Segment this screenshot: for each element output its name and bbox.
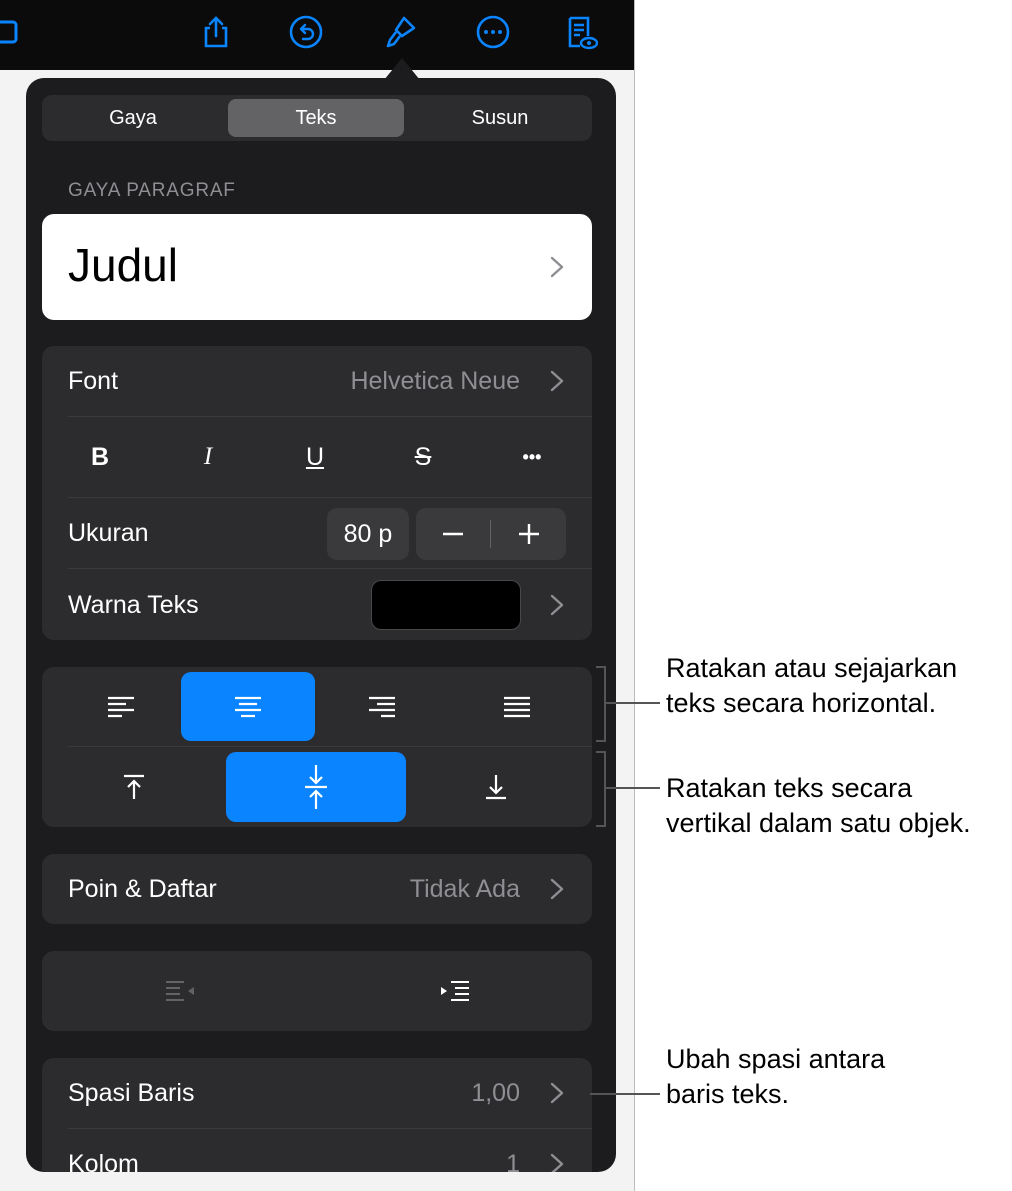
- align-left-button[interactable]: [54, 672, 188, 741]
- font-group: Font Helvetica Neue B I U S ••• Ukuran 8…: [42, 346, 592, 640]
- separator: [68, 497, 592, 498]
- reader-view-icon[interactable]: [558, 10, 602, 54]
- align-right-icon: [369, 696, 395, 717]
- align-center-button[interactable]: [181, 672, 315, 741]
- tab-teks[interactable]: Teks: [228, 99, 404, 137]
- plus-icon: [519, 524, 539, 544]
- format-panel: Gaya Teks Susun GAYA PARAGRAF Judul Font…: [26, 78, 616, 1172]
- text-color-label: Warna Teks: [68, 591, 199, 619]
- paragraph-style-button[interactable]: Judul: [42, 214, 592, 320]
- chevron-right-icon: [550, 878, 564, 900]
- bullets-label: Poin & Daftar: [68, 875, 217, 903]
- chevron-right-icon: [550, 1153, 564, 1172]
- toolbar: [0, 0, 634, 70]
- horizontal-align-callout: Ratakan atau sejajarkan teks secara hori…: [666, 651, 957, 721]
- chevron-right-icon: [550, 594, 564, 616]
- align-justify-button[interactable]: [450, 672, 584, 741]
- vertical-align-bracket: [596, 751, 606, 827]
- media-icon[interactable]: [0, 10, 32, 54]
- line-spacing-callout: Ubah spasi antara baris teks.: [666, 1042, 885, 1112]
- bullets-lists-row[interactable]: Poin & Daftar Tidak Ada: [42, 854, 592, 924]
- size-label: Ukuran: [68, 519, 149, 547]
- font-size-field[interactable]: 80 p: [327, 508, 409, 560]
- chevron-right-icon: [550, 1082, 564, 1104]
- paragraph-style-section-label: GAYA PARAGRAF: [68, 180, 236, 201]
- line-spacing-row[interactable]: Spasi Baris 1,00: [42, 1058, 592, 1128]
- decrease-indent-icon: [165, 981, 194, 1001]
- text-color-swatch[interactable]: [371, 580, 521, 630]
- decrease-size-button[interactable]: [416, 508, 490, 560]
- paragraph-style-value: Judul: [68, 239, 178, 291]
- increase-size-button[interactable]: [492, 508, 566, 560]
- vertical-align-top-button[interactable]: [42, 752, 226, 822]
- indent-group: [42, 951, 592, 1031]
- popover-arrow: [384, 58, 420, 80]
- callout-line: Ratakan atau sejajarkan: [666, 653, 958, 683]
- align-right-button[interactable]: [315, 672, 449, 741]
- line-spacing-value: 1,00: [471, 1079, 520, 1107]
- separator: [68, 746, 592, 747]
- columns-row[interactable]: Kolom 1: [42, 1129, 592, 1172]
- alignment-group: [42, 667, 592, 827]
- horizontal-align-bracket: [596, 666, 606, 742]
- underline-button[interactable]: U: [285, 430, 345, 484]
- vertical-align-bottom-button[interactable]: [406, 752, 586, 822]
- undo-icon[interactable]: [284, 10, 328, 54]
- spacing-group: Spasi Baris 1,00 Kolom 1: [42, 1058, 592, 1172]
- leader-line: [606, 787, 660, 789]
- callout-line: baris teks.: [666, 1079, 790, 1109]
- increase-indent-button[interactable]: [317, 956, 592, 1026]
- tab-gaya[interactable]: Gaya: [46, 99, 220, 137]
- leader-line: [606, 702, 660, 704]
- tab-susun[interactable]: Susun: [412, 99, 588, 137]
- vertical-align-callout: Ratakan teks secara vertikal dalam satu …: [666, 771, 971, 841]
- increase-indent-icon: [440, 981, 469, 1001]
- columns-value: 1: [506, 1150, 520, 1172]
- line-spacing-label: Spasi Baris: [68, 1079, 195, 1107]
- format-tabs: Gaya Teks Susun: [42, 95, 592, 141]
- callout-line: vertikal dalam satu objek.: [666, 808, 971, 838]
- align-justify-icon: [504, 696, 530, 717]
- align-left-icon: [108, 696, 134, 717]
- columns-label: Kolom: [68, 1150, 139, 1172]
- italic-button[interactable]: I: [178, 430, 238, 484]
- font-row[interactable]: Font Helvetica Neue: [42, 346, 592, 416]
- callout-line: Ubah spasi antara: [666, 1044, 886, 1074]
- more-format-button[interactable]: •••: [502, 430, 562, 484]
- separator: [68, 416, 592, 417]
- strikethrough-button[interactable]: S: [393, 430, 453, 484]
- format-brush-icon[interactable]: [378, 10, 422, 54]
- stepper-divider: [490, 520, 491, 548]
- minus-icon: [443, 532, 463, 536]
- share-icon[interactable]: [194, 10, 238, 54]
- bullets-value: Tidak Ada: [409, 875, 520, 903]
- callout-line: Ratakan teks secara: [666, 773, 913, 803]
- vertical-align-middle-button[interactable]: [226, 752, 406, 822]
- align-bottom-icon: [486, 775, 506, 800]
- more-icon[interactable]: [471, 10, 515, 54]
- chevron-right-icon: [550, 256, 564, 278]
- font-label: Font: [68, 367, 119, 395]
- bold-button[interactable]: B: [70, 430, 130, 484]
- align-center-icon: [235, 696, 261, 717]
- decrease-indent-button[interactable]: [42, 956, 317, 1026]
- align-top-icon: [124, 774, 144, 799]
- font-value: Helvetica Neue: [350, 367, 520, 395]
- callout-line: teks secara horizontal.: [666, 688, 937, 718]
- font-size-stepper: [416, 508, 566, 560]
- leader-line: [590, 1093, 660, 1095]
- align-middle-icon: [305, 765, 327, 809]
- chevron-right-icon: [550, 370, 564, 392]
